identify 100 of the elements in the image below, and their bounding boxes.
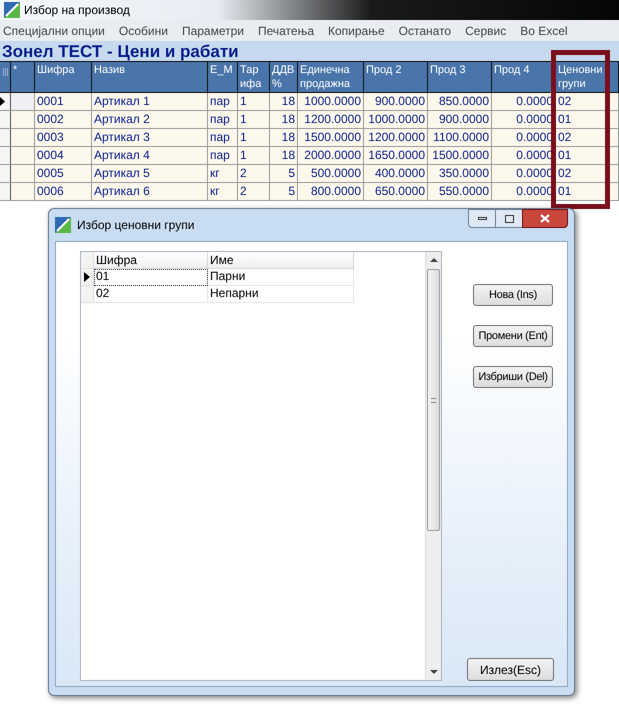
table-cell: 18 — [270, 111, 298, 128]
close-icon — [540, 214, 550, 223]
table-cell: 800.0000 — [298, 183, 364, 200]
menu-item[interactable]: Печатења — [258, 22, 314, 40]
grip-icon — [2, 68, 8, 76]
row-header[interactable] — [0, 93, 11, 110]
table-cell: пар — [208, 147, 238, 164]
table-cell: 900.0000 — [428, 111, 492, 128]
table-cell: 5 — [270, 183, 298, 200]
table-cell: 0005 — [35, 165, 92, 182]
table-cell: 1000.0000 — [364, 111, 428, 128]
column-header[interactable]: Назив — [92, 62, 208, 92]
table-cell: кг — [208, 183, 238, 200]
table-cell: 1650.0000 — [364, 147, 428, 164]
row-header[interactable] — [0, 111, 11, 128]
scroll-thumb[interactable] — [427, 269, 440, 531]
column-header[interactable]: Е_М — [208, 62, 238, 92]
table-cell: Артикал 2 — [92, 111, 208, 128]
table-cell: Артикал 1 — [92, 93, 208, 110]
table-cell: 2 — [238, 183, 270, 200]
table-cell: 1200.0000 — [298, 111, 364, 128]
row-header[interactable] — [0, 129, 11, 146]
table-cell: 0003 — [35, 129, 92, 146]
table-cell: 0002 — [35, 111, 92, 128]
menu-item[interactable]: Параметри — [182, 22, 244, 40]
current-row-icon — [84, 272, 90, 282]
table-cell: 02 — [556, 93, 619, 110]
table-cell: 1000.0000 — [298, 93, 364, 110]
action-button[interactable]: Нова (Ins) — [473, 284, 553, 306]
table-cell: 1500.0000 — [428, 147, 492, 164]
current-row-icon — [0, 97, 5, 106]
table-cell: 400.0000 — [364, 165, 428, 182]
table-cell: 01 — [94, 269, 208, 286]
app-logo-icon — [4, 2, 20, 18]
menu-item[interactable]: Специјални опции — [3, 22, 105, 40]
table-cell: 02 — [556, 129, 619, 146]
table-cell: 1100.0000 — [428, 129, 492, 146]
table-cell: 02 — [94, 286, 208, 303]
table-cell: 1 — [238, 129, 270, 146]
table-cell: 550.0000 — [428, 183, 492, 200]
menu-item[interactable]: Особини — [118, 22, 168, 40]
column-header[interactable]: Име — [208, 252, 354, 269]
scroll-up-icon[interactable] — [430, 258, 438, 262]
grid-heading: Зонел ТЕСТ - Цени и рабати — [2, 42, 239, 60]
scroll-down-icon[interactable] — [430, 670, 438, 674]
action-button[interactable]: Избриши (Del) — [473, 366, 553, 388]
table-cell: 1 — [238, 111, 270, 128]
maximize-button[interactable] — [496, 209, 522, 228]
column-header[interactable]: Прод 4 — [492, 62, 556, 92]
table-cell: 650.0000 — [364, 183, 428, 200]
table-cell: 900.0000 — [364, 93, 428, 110]
column-header[interactable]: Ценовни групи — [556, 62, 619, 92]
table-cell: 0004 — [35, 147, 92, 164]
table-cell: 01 — [556, 147, 619, 164]
menu-item[interactable]: Останато — [398, 22, 452, 40]
row-header[interactable] — [0, 165, 11, 182]
row-header[interactable] — [0, 147, 11, 164]
table-cell: Артикал 3 — [92, 129, 208, 146]
scrollbar[interactable] — [425, 252, 441, 680]
menu-item[interactable]: Сервис — [465, 22, 506, 40]
exit-button[interactable]: Излез(Esc) — [467, 658, 554, 681]
table-cell: Артикал 6 — [92, 183, 208, 200]
table-cell: 18 — [270, 93, 298, 110]
table-cell: 1200.0000 — [364, 129, 428, 146]
marker-column-header[interactable]: * — [11, 62, 35, 92]
table-cell: 02 — [556, 165, 619, 182]
table-cell: 2 — [238, 165, 270, 182]
table-cell: Артикал 5 — [92, 165, 208, 182]
table-cell: 01 — [556, 111, 619, 128]
table-cell: Непарни — [208, 286, 354, 303]
close-button[interactable] — [522, 209, 568, 228]
window-title: Избор на производ — [24, 2, 130, 19]
table-cell: пар — [208, 129, 238, 146]
table-cell: 0006 — [35, 183, 92, 200]
column-header[interactable]: Шифра — [35, 62, 92, 92]
table-cell: Артикал 4 — [92, 147, 208, 164]
column-header[interactable]: Единечна продажна — [298, 62, 364, 92]
column-header[interactable]: Прод 3 — [428, 62, 492, 92]
table-cell: 01 — [556, 183, 619, 200]
column-header[interactable]: ДДВ % — [270, 62, 298, 92]
dialog-title: Избор ценовни групи — [77, 217, 194, 234]
column-header[interactable]: Прод 2 — [364, 62, 428, 92]
column-header[interactable]: Шифра — [94, 252, 208, 269]
table-cell: 350.0000 — [428, 165, 492, 182]
minimize-button[interactable] — [468, 209, 496, 228]
menu-item[interactable]: Во Excel — [520, 22, 568, 40]
column-header[interactable]: Тар ифа — [238, 62, 270, 92]
table-cell: 500.0000 — [298, 165, 364, 182]
table-cell: 5 — [270, 165, 298, 182]
row-header[interactable] — [0, 183, 11, 200]
table-cell: кг — [208, 165, 238, 182]
table-cell: 18 — [270, 147, 298, 164]
table-cell: пар — [208, 93, 238, 110]
table-cell: 1 — [238, 147, 270, 164]
table-cell: 1 — [238, 93, 270, 110]
app-logo-icon — [55, 217, 71, 233]
table-cell: 0001 — [35, 93, 92, 110]
table-cell: 18 — [270, 129, 298, 146]
menu-item[interactable]: Копирање — [328, 22, 385, 40]
action-button[interactable]: Промени (Ent) — [473, 325, 553, 347]
